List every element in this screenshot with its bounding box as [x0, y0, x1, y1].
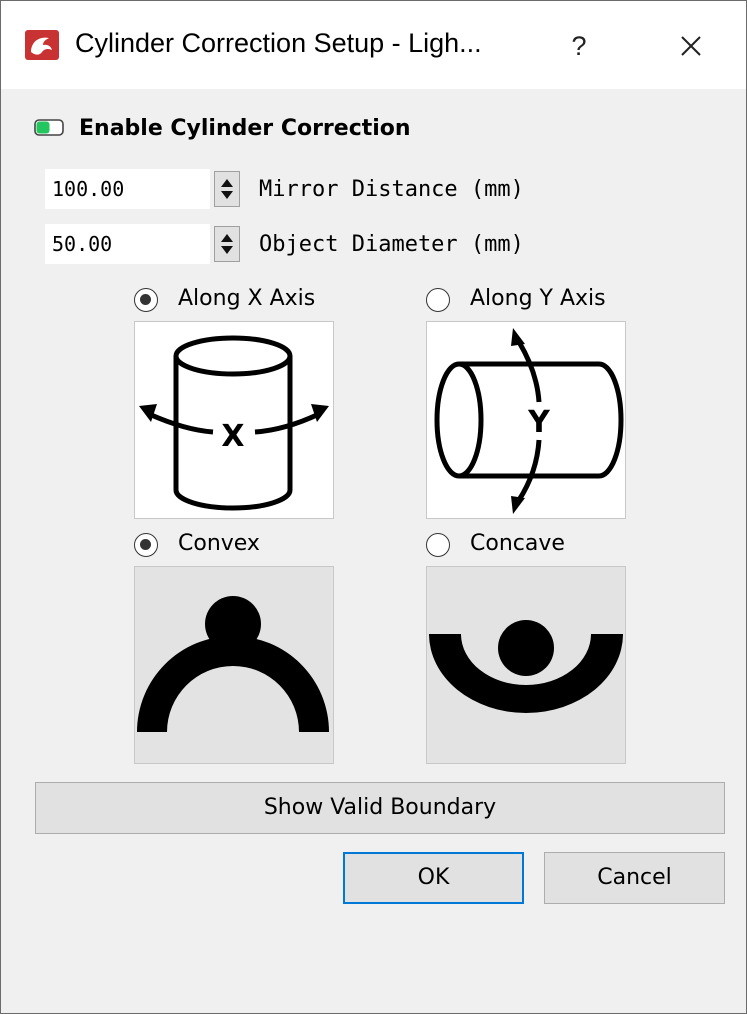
convex-label[interactable]: Convex [178, 531, 260, 556]
show-valid-boundary-button[interactable]: Show Valid Boundary [35, 782, 725, 834]
object-diameter-label: Object Diameter (mm) [259, 232, 524, 257]
concave-image[interactable] [426, 566, 626, 764]
mirror-distance-spinner[interactable] [214, 171, 240, 207]
concave-radio[interactable] [426, 533, 450, 557]
close-icon [681, 36, 701, 56]
help-button[interactable]: ? [549, 21, 609, 71]
cylinder-correction-dialog: Cylinder Correction Setup - Ligh... ? En… [0, 0, 747, 1014]
lightburn-logo-icon [25, 30, 59, 60]
window-title: Cylinder Correction Setup - Ligh... [75, 28, 482, 58]
y-axis-glyph: Y [527, 405, 551, 440]
along-x-axis-image[interactable]: X [134, 321, 334, 519]
enable-toggle[interactable] [34, 119, 64, 136]
enable-cylinder-correction-label[interactable]: Enable Cylinder Correction [79, 116, 411, 141]
cancel-button[interactable]: Cancel [544, 852, 725, 904]
convex-radio[interactable] [134, 533, 158, 557]
along-y-axis-label[interactable]: Along Y Axis [470, 286, 606, 311]
object-diameter-spinner[interactable] [214, 226, 240, 262]
concave-shape-icon [429, 620, 623, 713]
title-bar[interactable]: Cylinder Correction Setup - Ligh... ? [1, 1, 746, 89]
along-x-axis-label[interactable]: Along X Axis [178, 286, 315, 311]
cylinder-x-axis-icon: X [139, 335, 329, 511]
cylinder-y-axis-icon: Y [434, 328, 624, 514]
along-y-axis-image[interactable]: Y [426, 321, 626, 519]
mirror-distance-label: Mirror Distance (mm) [259, 177, 524, 202]
convex-image[interactable] [134, 566, 334, 764]
concave-label[interactable]: Concave [470, 531, 565, 556]
x-axis-glyph: X [221, 419, 244, 454]
along-y-axis-radio[interactable] [426, 288, 450, 312]
close-button[interactable] [661, 21, 721, 71]
convex-shape-icon [137, 596, 329, 732]
along-x-axis-radio[interactable] [134, 288, 158, 312]
object-diameter-input[interactable] [45, 224, 210, 264]
ok-button[interactable]: OK [343, 852, 524, 904]
mirror-distance-input[interactable] [45, 169, 210, 209]
